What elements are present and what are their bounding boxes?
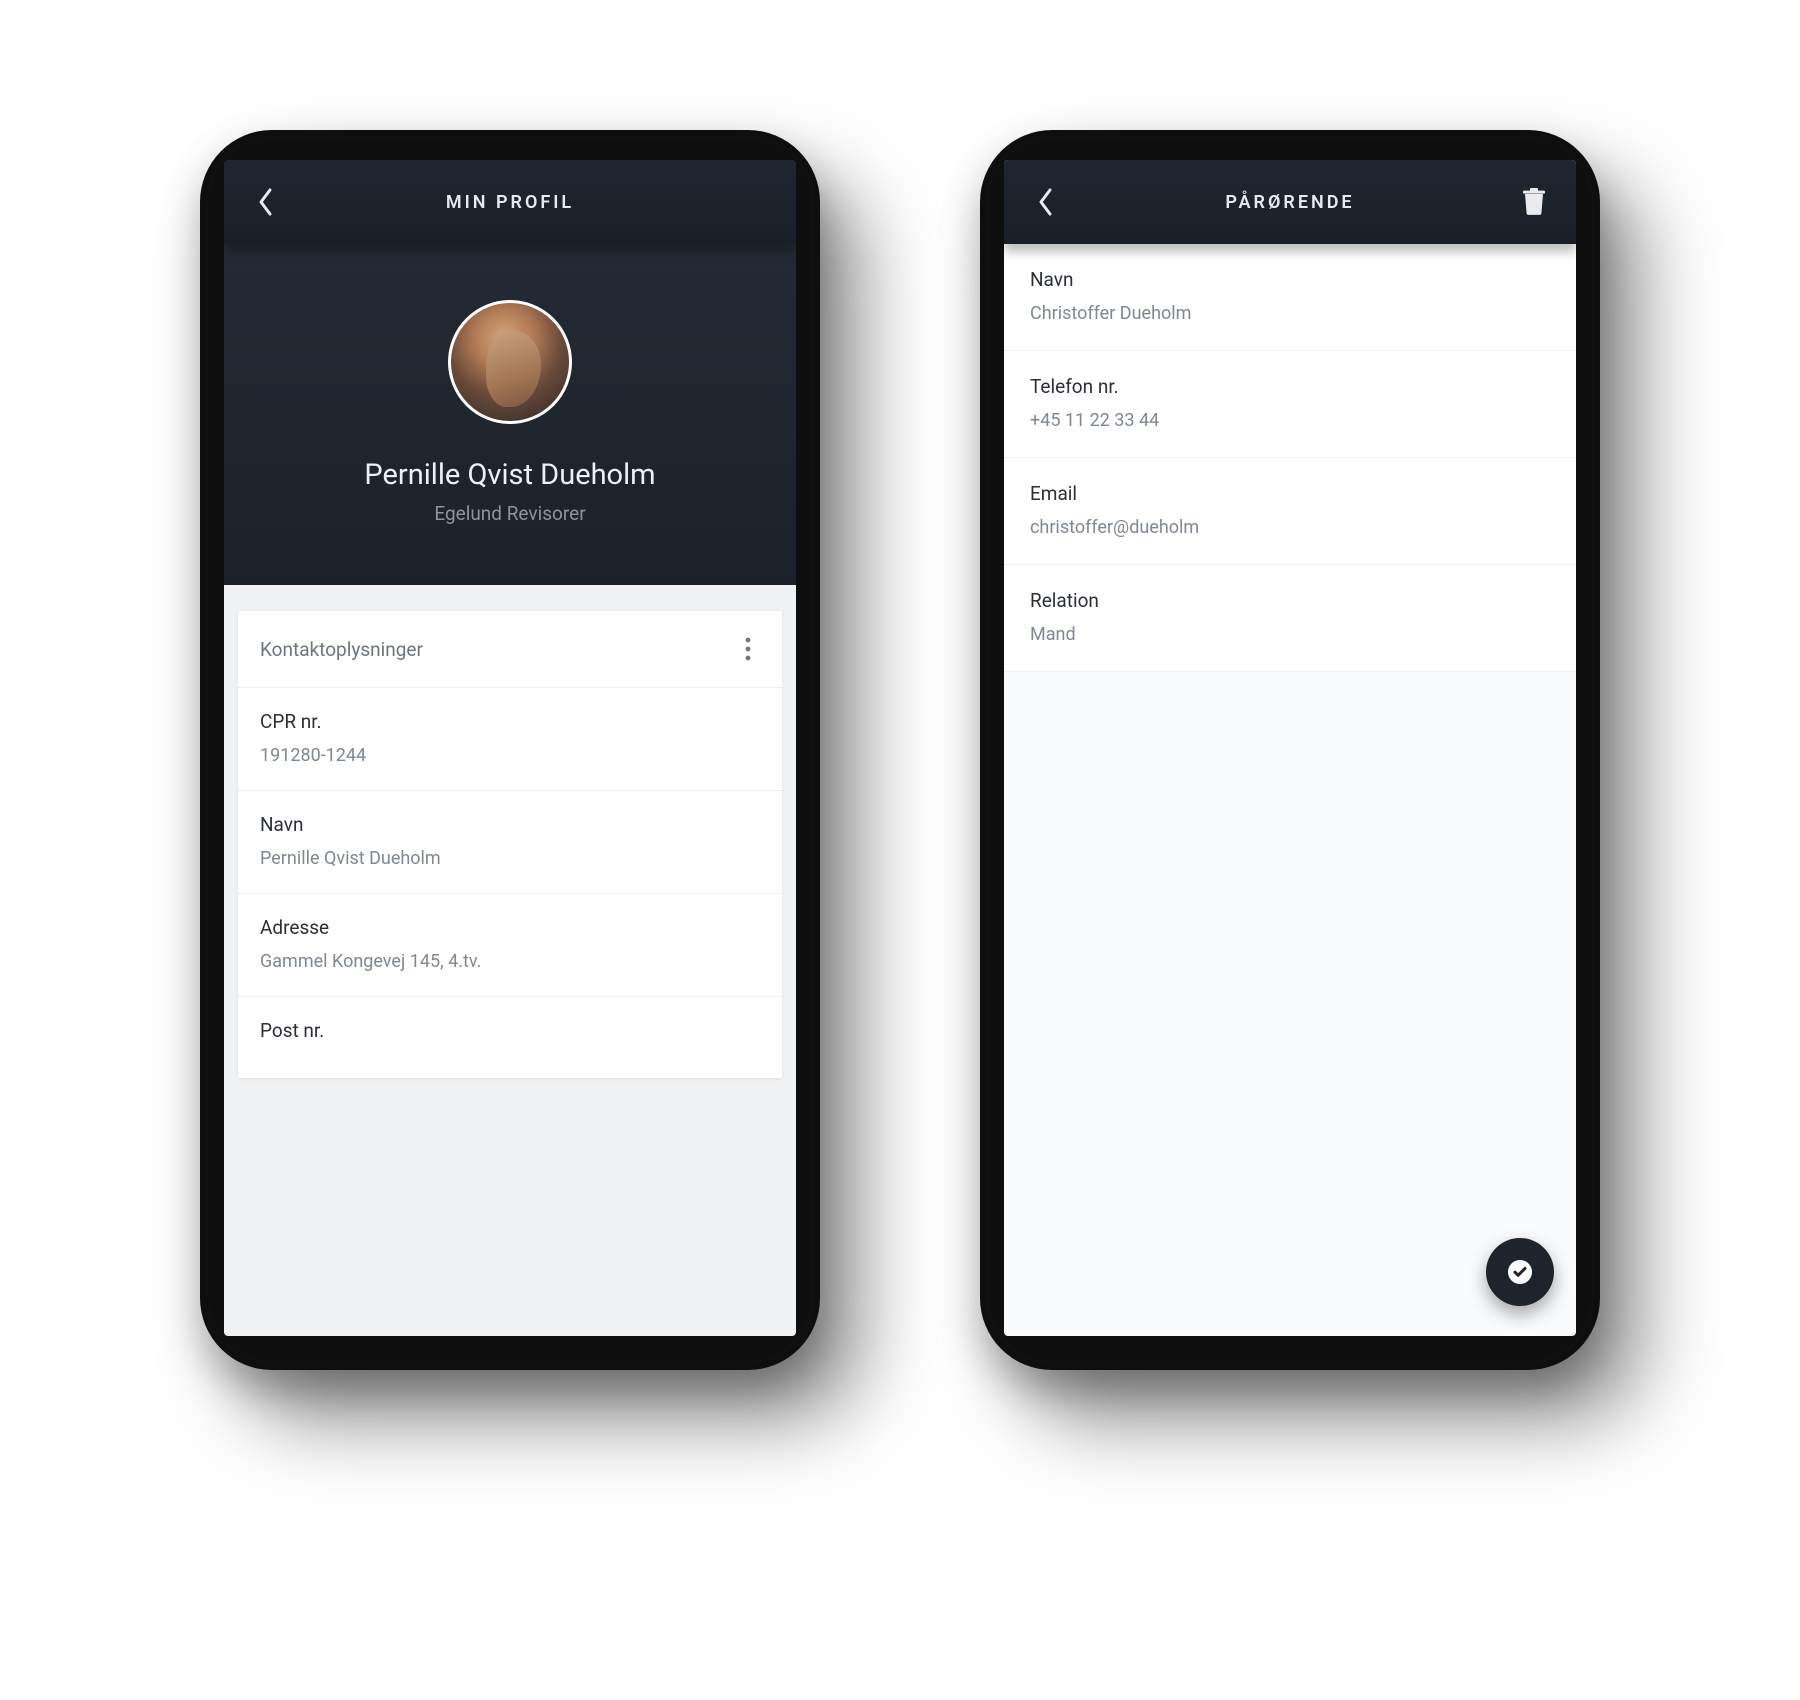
row-label: Navn xyxy=(1030,268,1550,291)
kebab-icon xyxy=(745,637,751,661)
content-area: Kontaktoplysninger CPR nr. 191280-1244 N… xyxy=(224,585,796,1336)
chevron-left-icon xyxy=(1037,187,1055,217)
screen-profile: MIN PROFIL Pernille Qvist Dueholm Egelun… xyxy=(224,160,796,1336)
page-title: PÅRØRENDE xyxy=(1004,192,1576,213)
row-value: +45 11 22 33 44 xyxy=(1030,410,1550,431)
card-header: Kontaktoplysninger xyxy=(238,611,782,688)
card-header-title: Kontaktoplysninger xyxy=(260,638,423,661)
phone-right: PÅRØRENDE Navn Christoffer Dueholm Telef… xyxy=(980,130,1600,1370)
contact-card: Kontaktoplysninger CPR nr. 191280-1244 N… xyxy=(238,611,782,1078)
relative-list: Navn Christoffer Dueholm Telefon nr. +45… xyxy=(1004,244,1576,672)
topbar-profile: MIN PROFIL xyxy=(224,160,796,244)
confirm-fab[interactable] xyxy=(1486,1238,1554,1306)
more-button[interactable] xyxy=(736,637,760,661)
topbar-relative: PÅRØRENDE xyxy=(1004,160,1576,244)
field-value: Pernille Qvist Dueholm xyxy=(260,848,760,869)
phone-left: MIN PROFIL Pernille Qvist Dueholm Egelun… xyxy=(200,130,820,1370)
profile-hero: Pernille Qvist Dueholm Egelund Revisorer xyxy=(224,244,796,585)
row-label: Relation xyxy=(1030,589,1550,612)
trash-icon xyxy=(1522,188,1546,216)
field-value: 191280-1244 xyxy=(260,745,760,766)
row-value: Christoffer Dueholm xyxy=(1030,303,1550,324)
profile-name: Pernille Qvist Dueholm xyxy=(364,458,655,492)
row-phone[interactable]: Telefon nr. +45 11 22 33 44 xyxy=(1004,351,1576,458)
field-name[interactable]: Navn Pernille Qvist Dueholm xyxy=(238,791,782,894)
back-button[interactable] xyxy=(246,182,286,222)
check-circle-icon xyxy=(1506,1258,1534,1286)
field-label: Post nr. xyxy=(260,1019,760,1042)
row-value: Mand xyxy=(1030,624,1550,645)
field-value: Gammel Kongevej 145, 4.tv. xyxy=(260,951,760,972)
chevron-left-icon xyxy=(257,187,275,217)
row-label: Telefon nr. xyxy=(1030,375,1550,398)
row-label: Email xyxy=(1030,482,1550,505)
delete-button[interactable] xyxy=(1514,182,1554,222)
page-title: MIN PROFIL xyxy=(224,192,796,213)
avatar[interactable] xyxy=(448,300,572,424)
field-label: Adresse xyxy=(260,916,760,939)
row-name[interactable]: Navn Christoffer Dueholm xyxy=(1004,244,1576,351)
row-value: christoffer@dueholm xyxy=(1030,517,1550,538)
field-label: Navn xyxy=(260,813,760,836)
back-button[interactable] xyxy=(1026,182,1066,222)
field-address[interactable]: Adresse Gammel Kongevej 145, 4.tv. xyxy=(238,894,782,997)
field-label: CPR nr. xyxy=(260,710,760,733)
field-post[interactable]: Post nr. xyxy=(238,997,782,1078)
profile-company: Egelund Revisorer xyxy=(434,502,585,525)
screen-relative: PÅRØRENDE Navn Christoffer Dueholm Telef… xyxy=(1004,160,1576,1336)
row-relation[interactable]: Relation Mand xyxy=(1004,565,1576,672)
row-email[interactable]: Email christoffer@dueholm xyxy=(1004,458,1576,565)
field-cpr[interactable]: CPR nr. 191280-1244 xyxy=(238,688,782,791)
